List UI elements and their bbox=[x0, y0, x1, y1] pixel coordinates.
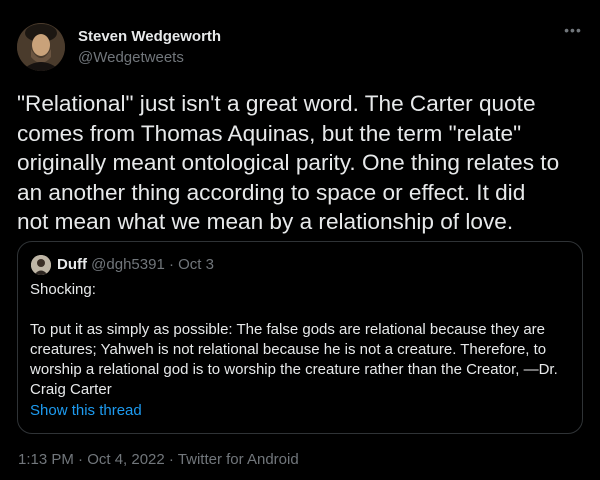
author-handle[interactable]: @Wedgetweets bbox=[78, 49, 184, 66]
tweet-text-line: not mean what we mean by a relationship … bbox=[17, 209, 514, 234]
tweet-text: "Relational" just isn't a great word. Th… bbox=[17, 89, 587, 237]
quoted-tweet-line: worship a relational god is to worship t… bbox=[30, 361, 558, 378]
quoted-tweet-meta[interactable]: @dgh5391 · Oct 3 bbox=[91, 256, 214, 273]
profile-avatar-icon bbox=[31, 255, 51, 275]
quoted-tweet-header: Duff @dgh5391 · Oct 3 bbox=[57, 255, 214, 275]
quoted-tweet-line: Craig Carter bbox=[30, 381, 112, 398]
more-options-icon[interactable]: ••• bbox=[561, 22, 585, 42]
tweet-text-line: "Relational" just isn't a great word. Th… bbox=[17, 91, 536, 116]
quoted-tweet-line: Shocking: bbox=[30, 281, 96, 298]
tweet-text-line: originally meant ontological parity. One… bbox=[17, 150, 560, 175]
show-thread-link[interactable]: Show this thread bbox=[30, 402, 142, 419]
author-avatar[interactable] bbox=[17, 23, 65, 71]
profile-portrait-icon bbox=[17, 23, 65, 71]
quoted-tweet-text: Shocking: To put it as simply as possibl… bbox=[30, 280, 575, 400]
tweet-container: Steven Wedgeworth @Wedgetweets ••• "Rela… bbox=[0, 0, 600, 480]
quoted-tweet-line: To put it as simply as possible: The fal… bbox=[30, 321, 546, 338]
quoted-author-name[interactable]: Duff bbox=[57, 256, 87, 273]
author-name[interactable]: Steven Wedgeworth bbox=[78, 28, 221, 45]
quoted-tweet-line: creatures; Yahweh is not relational beca… bbox=[30, 341, 547, 358]
quoted-tweet-card[interactable]: Duff @dgh5391 · Oct 3 Shocking: To put i… bbox=[17, 241, 583, 434]
tweet-text-line: comes from Thomas Aquinas, but the term … bbox=[17, 120, 522, 146]
tweet-text-line: an another thing according to space or e… bbox=[17, 179, 526, 205]
tweet-timestamp[interactable]: 1:13 PM · Oct 4, 2022 · Twitter for Andr… bbox=[18, 451, 299, 468]
quoted-author-avatar[interactable] bbox=[31, 255, 51, 275]
